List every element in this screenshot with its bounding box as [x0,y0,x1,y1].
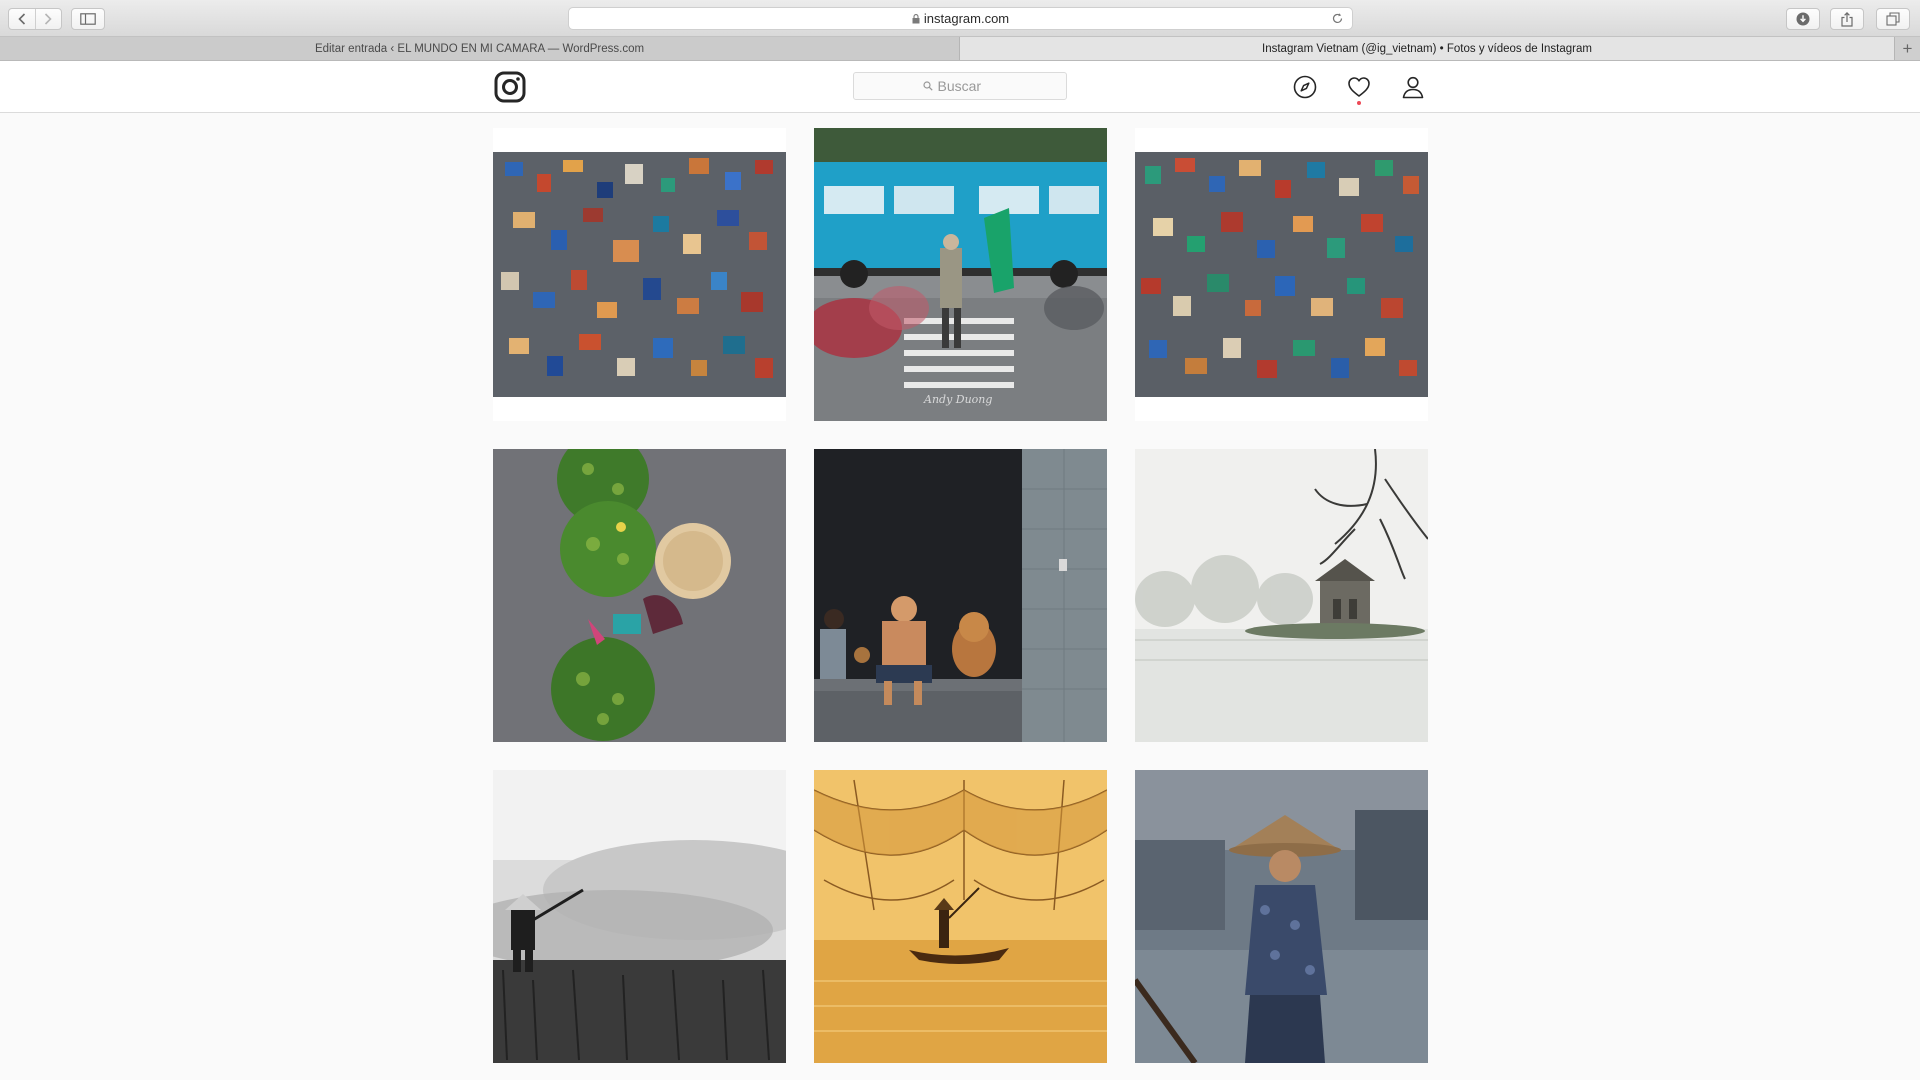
reload-icon[interactable] [1331,12,1344,25]
photo-watermark: Andy Duong [923,393,992,406]
sidebar-icon [80,13,96,25]
post-image [814,449,1107,742]
post-image: Andy Duong [814,128,1107,421]
heart-icon[interactable] [1347,75,1371,99]
instagram-header [0,61,1920,113]
post-image [1135,152,1428,397]
tab-title: Instagram Vietnam (@ig_vietnam) • Fotos … [1262,42,1592,55]
post-image [1135,449,1428,742]
post-thumbnail[interactable] [814,449,1107,742]
tabs-overview-icon [1886,12,1900,26]
search-input[interactable] [937,78,998,94]
share-button[interactable] [1830,8,1864,30]
forward-button[interactable] [34,9,61,29]
search-icon [922,81,933,91]
post-image [1135,770,1428,1063]
post-thumbnail[interactable] [1135,770,1428,1063]
address-bar[interactable]: instagram.com [568,7,1353,30]
url-text: instagram.com [923,11,1010,26]
post-image [493,449,786,742]
post-thumbnail[interactable] [814,770,1107,1063]
post-image [814,770,1107,1063]
chevron-left-icon [18,13,26,25]
post-thumbnail[interactable] [493,770,786,1063]
activity-dot [1357,101,1361,105]
post-image [493,152,786,397]
tab-wordpress[interactable]: Editar entrada ‹ EL MUNDO EN MI CAMARA —… [0,37,960,60]
post-thumbnail[interactable] [1135,449,1428,742]
tab-bar: Editar entrada ‹ EL MUNDO EN MI CAMARA —… [0,37,1920,61]
search-box[interactable] [853,72,1067,100]
chevron-right-icon [45,13,53,25]
download-icon [1796,12,1810,26]
post-thumbnail[interactable] [493,449,786,742]
post-thumbnail[interactable] [1135,128,1428,421]
tab-title: Editar entrada ‹ EL MUNDO EN MI CAMARA —… [314,42,645,55]
person-icon[interactable] [1401,75,1425,99]
browser-toolbar: instagram.com [0,0,1920,37]
tab-instagram[interactable]: Instagram Vietnam (@ig_vietnam) • Fotos … [960,37,1895,60]
post-image [493,770,786,1063]
post-thumbnail[interactable] [493,128,786,421]
downloads-button[interactable] [1786,8,1820,30]
back-button[interactable] [9,9,35,29]
plus-icon: + [1902,38,1913,58]
lock-icon [912,13,920,23]
show-tabs-button[interactable] [1876,8,1910,30]
post-thumbnail[interactable]: Andy Duong [814,128,1107,421]
share-icon [1841,11,1853,27]
new-tab-button[interactable]: + [1895,37,1920,60]
compass-icon[interactable] [1293,75,1317,99]
sidebar-toggle-button[interactable] [71,8,105,30]
back-forward-group [8,8,62,30]
instagram-logo-icon[interactable] [494,71,526,103]
